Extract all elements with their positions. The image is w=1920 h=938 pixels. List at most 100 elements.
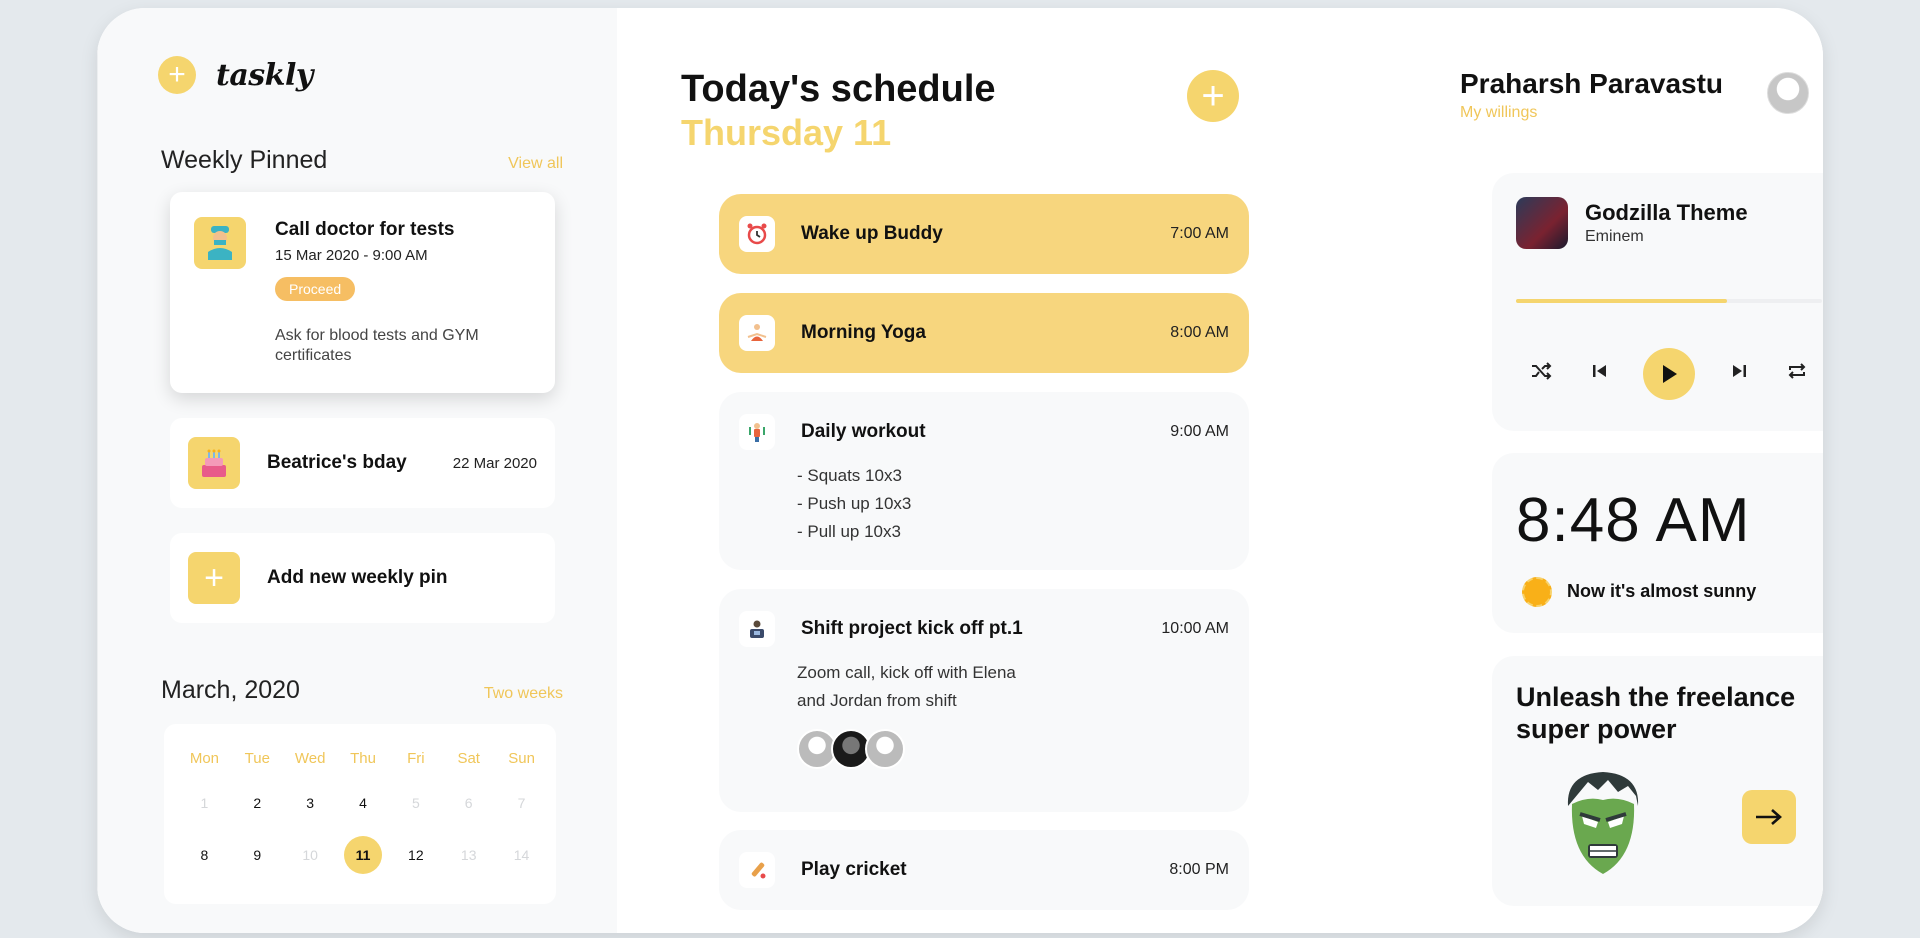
pin-datetime: 15 Mar 2020 - 9:00 AM [275,247,428,264]
add-pin-label: Add new weekly pin [267,567,448,588]
avatar[interactable] [865,729,905,769]
bday-date: 22 Mar 2020 [452,454,537,472]
calendar-day[interactable]: 9 [231,847,284,900]
task-time: 8:00 PM [1169,861,1229,878]
task-time: 8:00 AM [1170,324,1229,341]
two-weeks-link[interactable]: Two weeks [484,685,563,703]
task-note-line: - Push up 10x3 [797,494,912,513]
calendar-day[interactable]: 8 [178,847,231,900]
calendar-day-number: 8 [200,847,209,863]
album-cover [1516,197,1568,249]
task-note-line: Zoom call, kick off with Elena [797,663,1016,682]
calendar-day-number: 14 [513,847,530,863]
repeat-icon[interactable] [1782,361,1812,387]
calendar-title: March, 2020 [161,676,300,704]
calendar-day-number: 4 [359,795,367,811]
task-play-cricket[interactable]: Play cricket 8:00 PM [719,830,1249,910]
player-controls [1516,348,1822,400]
arrow-right-icon [1756,809,1782,825]
next-icon[interactable] [1724,362,1754,386]
hulk-icon [1558,766,1648,878]
task-name: Daily workout [801,421,926,442]
previous-icon[interactable] [1585,362,1615,386]
calendar-day-number: 10 [302,847,318,863]
cake-icon [188,437,240,489]
participants [797,729,905,769]
progress-bar[interactable] [1516,299,1822,303]
calendar-day-number: 11 [343,836,382,874]
yoga-icon [739,315,775,351]
calendar-day[interactable]: 14 [495,847,548,900]
task-notes: Zoom call, kick off with Elena and Jorda… [797,659,1016,715]
task-name: Shift project kick off pt.1 [801,618,1023,639]
calendar-day-number: 7 [517,795,526,811]
task-note-line: - Squats 10x3 [797,466,902,485]
play-button[interactable] [1643,348,1695,400]
calendar-day-number: 9 [253,847,262,863]
play-icon [1663,365,1677,383]
pin-title: Call doctor for tests [275,219,455,240]
add-icon[interactable]: + [158,56,196,94]
task-notes: - Squats 10x3 - Push up 10x3 - Pull up 1… [797,462,911,546]
alarm-clock-icon [739,216,775,252]
calendar-day-number: 13 [460,847,477,863]
task-wake-up[interactable]: Wake up Buddy 7:00 AM [719,194,1249,274]
calendar: Mon Tue Wed Thu Fri Sat Sun 1 2 3 4 5 6 7 8 9 10 11 12 13 14 [164,724,556,904]
add-weekly-pin-button[interactable]: + Add new weekly pin [170,533,555,623]
add-task-button[interactable]: + [1187,70,1239,122]
logo-row: + taskly [158,56,313,94]
shuffle-icon[interactable] [1526,361,1556,387]
right-panel: Praharsh Paravastu My willings Godzilla … [1367,8,1823,933]
bday-title: Beatrice's bday [267,452,407,473]
task-note-line: - Pull up 10x3 [797,522,901,541]
calendar-day[interactable]: 13 [442,847,495,900]
my-willings-link[interactable]: My willings [1460,104,1537,122]
user-name: Praharsh Paravastu [1460,68,1724,99]
task-time: 7:00 AM [1170,225,1229,242]
task-name: Wake up Buddy [801,223,943,244]
left-panel: + taskly Weekly Pinned View all Call doc… [97,8,617,933]
task-name: Morning Yoga [801,322,926,343]
avatar[interactable] [1767,72,1809,114]
calendar-grid: Mon Tue Wed Thu Fri Sat Sun 1 2 3 4 5 6 7 8 9 10 11 12 13 14 [178,751,548,900]
task-morning-yoga[interactable]: Morning Yoga 8:00 AM [719,293,1249,373]
promo-card: Unleash the freelance super power [1492,656,1823,906]
pinned-card-doctor[interactable]: Call doctor for tests 15 Mar 2020 - 9:00… [170,192,555,393]
pinned-card-bday[interactable]: Beatrice's bday 22 Mar 2020 [170,418,555,508]
app-logo: taskly [216,57,313,93]
schedule-panel: Today's schedule Thursday 11 + ✓ Wake up… [617,8,1367,933]
song-title: Godzilla Theme [1585,200,1748,225]
task-note-line: and Jordan from shift [797,691,957,710]
pin-description: Ask for blood tests and GYM certificates [275,327,479,364]
task-daily-workout[interactable]: Daily workout 9:00 AM - Squats 10x3 - Pu… [719,392,1249,570]
song-artist: Eminem [1585,228,1644,245]
laptop-worker-icon [739,611,775,647]
view-all-link[interactable]: View all [508,155,563,173]
calendar-day-number: 2 [253,795,262,811]
workout-icon [739,414,775,450]
calendar-day[interactable]: 11 [337,836,390,900]
calendar-day-number: 6 [464,795,473,811]
clock-time: 8:48 AM [1516,486,1751,555]
calendar-day-number: 1 [200,795,209,811]
clock-card: 8:48 AM Now it's almost sunny [1492,453,1823,633]
calendar-day-number: 3 [306,795,315,811]
task-name: Play cricket [801,859,907,880]
music-player: Godzilla Theme Eminem [1492,173,1823,431]
doctor-icon [194,217,246,269]
schedule-day: Thursday 11 [681,112,892,153]
task-time: 9:00 AM [1170,423,1229,440]
task-time: 10:00 AM [1161,620,1229,637]
calendar-day[interactable]: 10 [284,847,337,900]
calendar-day[interactable]: 12 [389,847,442,900]
calendar-day-number: 12 [408,847,424,863]
weekly-title: Weekly Pinned [161,146,328,174]
status-badge[interactable]: Proceed [275,277,356,301]
arrow-right-button[interactable] [1742,790,1796,844]
weather-text: Now it's almost sunny [1567,581,1757,601]
weekly-header: Weekly Pinned View all [161,146,563,175]
promo-title: Unleash the freelance super power [1516,682,1796,744]
task-shift-project[interactable]: Shift project kick off pt.1 10:00 AM Zoo… [719,589,1249,812]
calendar-day-number: 5 [411,795,420,811]
progress-fill [1516,299,1728,303]
